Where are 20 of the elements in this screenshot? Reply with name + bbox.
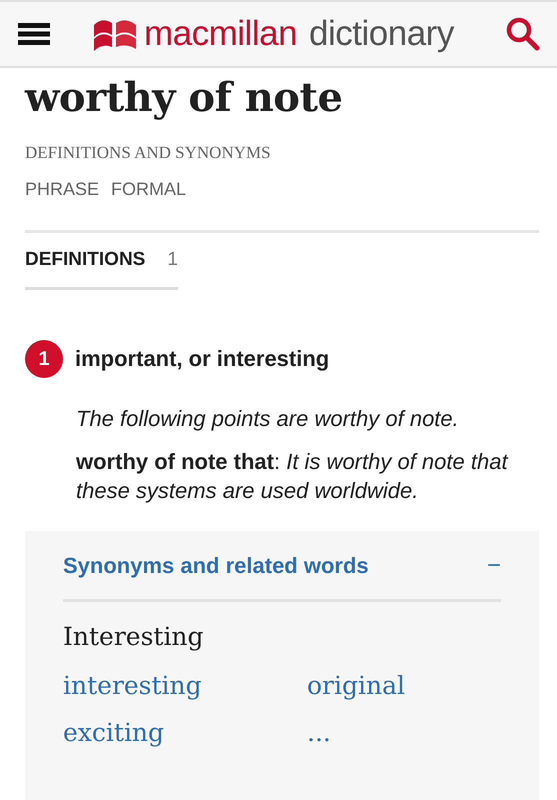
synonym-link[interactable]: interesting: [63, 671, 202, 700]
synonym-link[interactable]: original: [307, 671, 405, 700]
example-sentence: worthy of note that: It is worthy of note that these systems are used worldwide.: [76, 448, 510, 505]
sense-number: 1: [25, 340, 63, 378]
grammar-label: FORMAL: [111, 179, 186, 200]
synonym-link[interactable]: exciting: [63, 718, 164, 747]
menu-icon[interactable]: [18, 23, 50, 45]
example-sentence: The following points are worthy of note.: [76, 405, 460, 433]
search-icon[interactable]: [505, 16, 541, 52]
definition: important, or interesting: [75, 346, 330, 372]
headword: worthy of note: [25, 74, 344, 121]
synonym-group-heading: Interesting: [63, 622, 205, 651]
collapse-button[interactable]: −: [486, 554, 501, 578]
definitions-tab[interactable]: DEFINITIONS 1: [25, 233, 178, 290]
brand-name-suffix: dictionary: [309, 14, 454, 54]
synonym-link[interactable]: ...: [307, 718, 331, 747]
brand-name: macmillan: [144, 14, 298, 54]
grammar-label: PHRASE: [25, 179, 100, 200]
synonyms-heading: Synonyms and related words: [63, 553, 369, 579]
subtitle: DEFINITIONS AND SYNONYMS: [25, 143, 272, 163]
